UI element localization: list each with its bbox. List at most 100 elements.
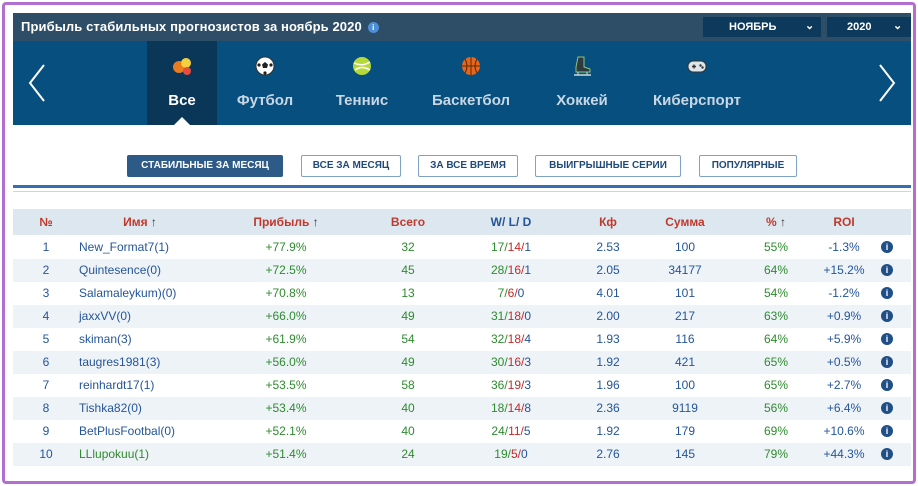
col-roi: ROI bbox=[833, 215, 855, 229]
col-kf: Кф bbox=[599, 215, 617, 229]
filter-stable-month[interactable]: СТАБИЛЬНЫЕ ЗА МЕСЯЦ bbox=[127, 155, 283, 177]
row-losses: 16/ bbox=[507, 355, 525, 369]
row-percent: 55% bbox=[763, 240, 789, 254]
info-icon[interactable]: i bbox=[881, 448, 893, 460]
forecaster-link[interactable]: Salamaleykum)(0) bbox=[79, 286, 229, 300]
row-total: 40 bbox=[401, 424, 415, 438]
col-profit-label: Прибыль bbox=[253, 215, 310, 229]
row-roi: +0.9% bbox=[826, 309, 862, 323]
row-kf: 1.93 bbox=[596, 332, 620, 346]
all-sports-icon bbox=[173, 58, 191, 75]
row-sum: 145 bbox=[674, 447, 696, 461]
row-draws: 1 bbox=[524, 263, 532, 277]
filter-popular[interactable]: ПОПУЛЯРНЫЕ bbox=[699, 155, 797, 177]
info-icon[interactable]: i bbox=[881, 379, 893, 391]
year-select[interactable]: 2020 ⌄ bbox=[827, 17, 911, 37]
row-total: 40 bbox=[401, 401, 415, 415]
row-wins: 7/ bbox=[497, 286, 508, 300]
row-kf: 1.96 bbox=[596, 378, 620, 392]
tab-all[interactable]: Все bbox=[147, 41, 217, 125]
col-profit[interactable]: Прибыль ↑ bbox=[241, 215, 331, 229]
info-icon[interactable]: i bbox=[881, 333, 893, 345]
tab-esports[interactable]: Киберспорт bbox=[645, 41, 749, 125]
table-row: 4 jaxxVV(0) +66.0% 49 2.00 217 63% +0.9% 31/18/0… bbox=[13, 305, 911, 328]
forecaster-link[interactable]: reinhardt17(1) bbox=[79, 378, 229, 392]
row-losses: 6/ bbox=[507, 286, 518, 300]
filter-winning-streaks[interactable]: ВЫИГРЫШНЫЕ СЕРИИ bbox=[535, 155, 681, 177]
row-profit: +56.0% bbox=[265, 355, 307, 369]
info-icon[interactable]: i bbox=[881, 402, 893, 414]
forecaster-link[interactable]: New_Format7(1) bbox=[79, 240, 229, 254]
filter-all-month[interactable]: ВСЕ ЗА МЕСЯЦ bbox=[301, 155, 401, 177]
info-icon[interactable]: i bbox=[881, 287, 893, 299]
info-icon[interactable]: i bbox=[881, 241, 893, 253]
tab-hockey[interactable]: Хоккей bbox=[541, 41, 623, 125]
row-number: 10 bbox=[39, 447, 53, 461]
row-wld: 17/14/1 bbox=[471, 240, 551, 254]
forecaster-link[interactable]: BetPlusFootbal(0) bbox=[79, 424, 229, 438]
forecaster-link[interactable]: taugres1981(3) bbox=[79, 355, 229, 369]
row-wins: 36/ bbox=[490, 378, 508, 392]
row-losses: 14/ bbox=[507, 240, 525, 254]
forecaster-link[interactable]: Quintesence(0) bbox=[79, 263, 229, 277]
row-wins: 30/ bbox=[490, 355, 508, 369]
row-kf: 4.01 bbox=[596, 286, 620, 300]
filter-buttons: СТАБИЛЬНЫЕ ЗА МЕСЯЦ ВСЕ ЗА МЕСЯЦ ЗА ВСЕ … bbox=[13, 155, 911, 179]
forecaster-link[interactable]: skiman(3) bbox=[79, 332, 229, 346]
row-draws: 1 bbox=[524, 240, 532, 254]
row-losses: 14/ bbox=[507, 401, 525, 415]
info-icon[interactable]: i bbox=[881, 264, 893, 276]
sort-arrow-icon: ↑ bbox=[150, 215, 157, 229]
info-icon[interactable]: i bbox=[367, 22, 379, 33]
sort-arrow-icon: ↑ bbox=[312, 215, 319, 229]
row-total: 54 bbox=[401, 332, 415, 346]
table-row: 6 taugres1981(3) +56.0% 49 1.92 421 65% +0.5% 30… bbox=[13, 351, 911, 374]
row-sum: 100 bbox=[674, 240, 696, 254]
row-sum: 217 bbox=[674, 309, 696, 323]
row-draws: 5 bbox=[523, 424, 531, 438]
section-divider bbox=[13, 185, 911, 188]
row-wins: 17/ bbox=[490, 240, 508, 254]
tab-tennis[interactable]: Теннис bbox=[326, 41, 398, 125]
col-w-label: W/ bbox=[490, 215, 506, 229]
row-percent: 64% bbox=[763, 332, 789, 346]
col-number: № bbox=[39, 215, 53, 229]
col-l-label: L/ bbox=[508, 215, 520, 229]
page-frame: Прибыль стабильных прогнозистов за ноябр… bbox=[2, 2, 916, 484]
info-icon[interactable]: i bbox=[881, 356, 893, 368]
month-select[interactable]: НОЯБРЬ ⌄ bbox=[703, 17, 821, 37]
row-draws: 8 bbox=[524, 401, 532, 415]
row-wins: 28/ bbox=[490, 263, 508, 277]
table-row: 7 reinhardt17(1) +53.5% 58 1.96 100 65% +2.7% 36… bbox=[13, 374, 911, 397]
forecaster-link[interactable]: jaxxVV(0) bbox=[79, 309, 229, 323]
row-profit: +66.0% bbox=[265, 309, 307, 323]
row-profit: +70.8% bbox=[265, 286, 307, 300]
row-percent: 56% bbox=[763, 401, 789, 415]
table-row: 10 LLlupokuu(1) +51.4% 24 2.76 145 79% +44.3% 19… bbox=[13, 443, 911, 466]
chevron-down-icon: ⌄ bbox=[893, 20, 903, 32]
forecaster-link[interactable]: LLlupokuu(1) bbox=[79, 447, 229, 461]
col-d-label: D bbox=[522, 215, 532, 229]
hockey-skate-icon bbox=[574, 56, 591, 76]
row-sum: 179 bbox=[674, 424, 696, 438]
forecaster-link[interactable]: Tishka82(0) bbox=[79, 401, 229, 415]
row-draws: 3 bbox=[524, 355, 532, 369]
tab-football[interactable]: Футбол bbox=[229, 41, 301, 125]
chevron-right-icon[interactable] bbox=[877, 63, 897, 103]
filter-all-time[interactable]: ЗА ВСЕ ВРЕМЯ bbox=[418, 155, 518, 177]
info-icon[interactable]: i bbox=[881, 425, 893, 437]
chevron-left-icon[interactable] bbox=[27, 63, 47, 103]
row-roi: +2.7% bbox=[826, 378, 862, 392]
row-kf: 2.00 bbox=[596, 309, 620, 323]
info-icon[interactable]: i bbox=[881, 310, 893, 322]
row-number: 5 bbox=[42, 332, 50, 346]
year-select-value: 2020 bbox=[847, 21, 872, 33]
col-name[interactable]: Имя ↑ bbox=[105, 215, 175, 229]
row-wld: 24/11/5 bbox=[471, 424, 551, 438]
tab-basketball[interactable]: Баскетбол bbox=[421, 41, 521, 125]
row-sum: 116 bbox=[675, 332, 695, 346]
table-row: 9 BetPlusFootbal(0) +52.1% 40 1.92 179 69% +10.… bbox=[13, 420, 911, 443]
col-percent[interactable]: % ↑ bbox=[751, 215, 801, 229]
row-losses: 18/ bbox=[507, 332, 525, 346]
row-profit: +61.9% bbox=[265, 332, 307, 346]
